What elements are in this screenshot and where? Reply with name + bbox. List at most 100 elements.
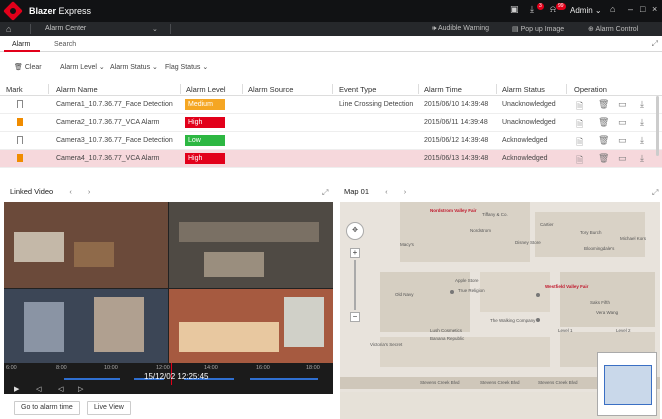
table-row[interactable]: Camera3_10.7.36.77_Face Detection Low 20… [0,132,662,150]
expand-icon[interactable]: ⤢ [652,188,658,198]
next-icon[interactable]: › [404,187,407,196]
column-header[interactable]: Event Type [339,85,376,94]
map-label[interactable]: True Religion [458,288,485,293]
delete-icon[interactable]: 🗑 [598,117,609,128]
map-label[interactable]: Tiffany & Co. [482,212,508,217]
column-header[interactable]: Alarm Status [502,85,545,94]
module-dropdown-icon[interactable]: ⌄ [152,25,158,33]
column-header[interactable]: Alarm Source [248,85,293,94]
download-icon[interactable]: ⤓ [640,135,644,146]
video-grid[interactable] [4,202,333,375]
minimize-icon[interactable]: – [628,4,633,14]
nav-current-module[interactable]: Alarm Center [45,25,86,32]
alarm-level-filter[interactable]: Alarm Level ⌄ [60,63,105,71]
map-label[interactable]: Nordstrom [470,228,491,233]
map-label[interactable]: Vera Wang [596,310,618,315]
zoom-in-button[interactable]: + [350,248,360,258]
delete-icon[interactable]: 🗑 [598,135,609,146]
table-scrollbar[interactable] [656,96,659,156]
map-label[interactable]: Westfield Valley Fair [545,284,588,289]
video-icon[interactable]: ▭ [618,153,627,164]
document-icon[interactable]: 🗎 [576,117,583,133]
alarm-time: 2015/06/13 14:39:48 [424,155,489,162]
monitor-icon[interactable]: ▣ [510,4,519,15]
playback-timeline[interactable]: 6:00 8:00 10:00 12:00 14:00 16:00 18:00 … [4,363,333,394]
map-label[interactable]: Lush Cosmetics [430,328,462,333]
timeline-label: 6:00 [6,365,17,371]
zoom-slider[interactable] [354,260,356,310]
document-icon[interactable]: 🗎 [576,153,583,169]
minimap-viewport[interactable] [604,365,652,405]
video-icon[interactable]: ▭ [618,99,627,110]
download-icon[interactable]: ⤓ [640,117,644,128]
live-view-button[interactable]: Live View [87,401,131,415]
user-menu[interactable]: Admin ⌄ [570,6,602,15]
home-icon[interactable]: ⌂ [6,24,11,34]
document-icon[interactable]: 🗎 [576,99,583,115]
flag-status-filter[interactable]: Flag Status ⌄ [165,63,208,71]
map-label[interactable]: Old Navy [395,292,414,297]
nav-divider [30,24,31,34]
next-icon[interactable]: › [88,187,91,196]
bookmark-icon[interactable] [17,118,23,126]
alarm-time: 2015/06/12 14:39:48 [424,137,489,144]
rewind-icon[interactable]: ◁ [36,385,41,393]
download-icon[interactable]: ⤓ [640,153,644,164]
download-icon[interactable]: ⤓ [530,4,534,15]
lock-icon[interactable]: ⌂ [610,4,615,14]
clear-button[interactable]: 🗑 Clear [14,63,42,71]
nav-pop-up-image[interactable]: ▤ Pop up Image [512,25,564,33]
prev-icon[interactable]: ‹ [69,187,72,196]
map-label[interactable]: Banana Republic [430,336,464,341]
minimap[interactable] [597,352,657,416]
map-label[interactable]: Cartier [540,222,554,227]
bookmark-icon[interactable] [17,154,23,162]
table-row[interactable]: Camera4_10.7.36.77_VCA Alarm High 2015/0… [0,150,662,168]
download-icon[interactable]: ⤓ [640,99,644,110]
column-header[interactable]: Alarm Name [56,85,98,94]
map-label[interactable]: Disney Store [515,240,541,245]
map-label[interactable]: Nordstrom Valley Fair [430,208,477,213]
table-row[interactable]: Camera2_10.7.36.77_VCA Alarm High 2015/0… [0,114,662,132]
map-label[interactable]: Bloomingdale's [584,246,614,251]
delete-icon[interactable]: 🗑 [598,99,609,110]
map-label[interactable]: Level 1 [558,328,573,333]
column-header: Operation [574,85,607,94]
map-label[interactable]: Level 2 [616,328,631,333]
map-label[interactable]: Victoria's Secret [370,342,402,347]
column-header[interactable]: Alarm Level [186,85,226,94]
map-marker [450,290,454,294]
column-header[interactable]: Alarm Time [424,85,462,94]
floor-map[interactable]: Nordstrom Valley Fair Tiffany & Co. Cart… [340,202,660,419]
video-icon[interactable]: ▭ [618,135,627,146]
maximize-icon[interactable]: □ [640,4,645,14]
bookmark-icon[interactable] [17,136,23,144]
pan-control[interactable]: ✥ [346,222,364,240]
tab-search[interactable]: Search [54,41,76,48]
document-icon[interactable]: 🗎 [576,135,583,151]
close-icon[interactable]: × [652,4,657,14]
map-label[interactable]: Tory Burch [580,230,602,235]
map-label[interactable]: Saks Fifth [590,300,610,305]
step-forward-icon[interactable]: ▷ [78,385,83,393]
table-row[interactable]: Camera1_10.7.36.77_Face Detection Medium… [0,96,662,114]
step-back-icon[interactable]: ◁ [58,385,63,393]
alarm-level-badge: High [185,153,225,164]
play-icon[interactable]: ▶ [14,385,19,393]
column-header[interactable]: Mark [6,85,23,94]
bookmark-icon[interactable] [17,100,23,108]
go-to-alarm-time-button[interactable]: Go to alarm time [14,401,80,415]
expand-icon[interactable]: ⤢ [652,39,658,49]
nav-audible-warning[interactable]: 🕪 Audible Warning [432,25,489,33]
map-label[interactable]: The Walking Company [490,318,535,323]
video-icon[interactable]: ▭ [618,117,627,128]
prev-icon[interactable]: ‹ [385,187,388,196]
map-label[interactable]: Macy's [400,242,414,247]
delete-icon[interactable]: 🗑 [598,153,609,164]
nav-alarm-control[interactable]: ⊕ Alarm Control [588,25,638,33]
zoom-out-button[interactable]: − [350,312,360,322]
map-label[interactable]: Apple Store [455,278,479,283]
alarm-status-filter[interactable]: Alarm Status ⌄ [110,63,158,71]
tab-alarm[interactable]: Alarm [12,41,30,48]
map-label[interactable]: Michael Kors [620,236,646,241]
